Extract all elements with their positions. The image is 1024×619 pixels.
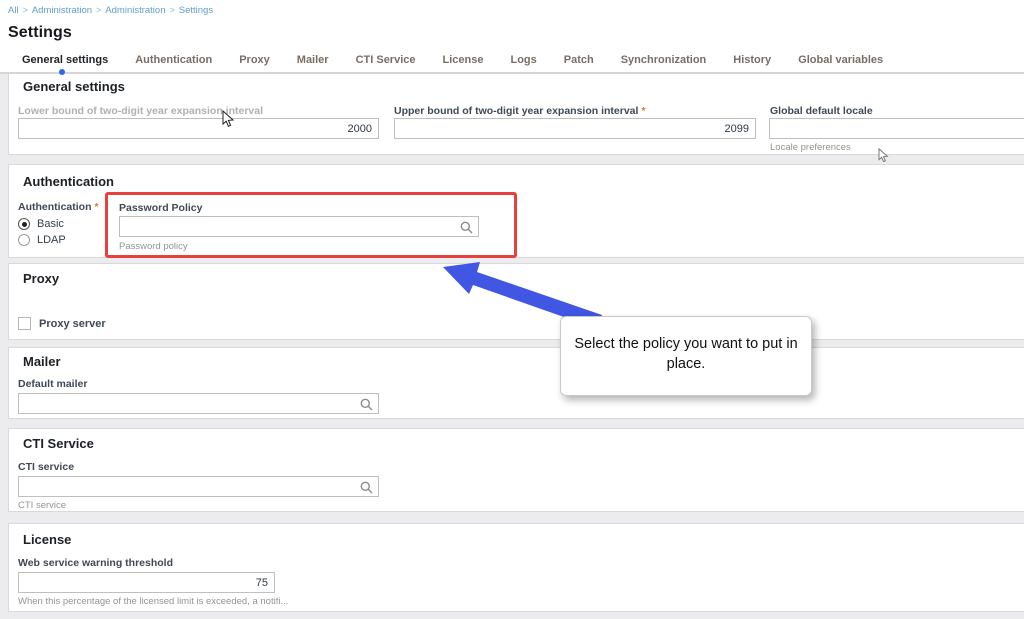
callout-tooltip-text: Select the policy you want to put in pla… [571, 334, 801, 375]
cti-service-helper-text: CTI service [18, 500, 66, 511]
breadcrumb: All > Administration > Administration > Settin… [8, 5, 217, 16]
cti-service-field [18, 476, 379, 497]
proxy-server-label[interactable]: Proxy server [39, 318, 106, 330]
upper-bound-input[interactable] [394, 118, 756, 139]
active-tab-indicator-dot [59, 69, 65, 75]
radio-basic-label: Basic [37, 218, 64, 230]
radio-ldap-label: LDAP [37, 234, 66, 246]
upper-bound-label: Upper bound of two-digit year expansion … [394, 105, 646, 117]
radio-ldap[interactable]: LDAP [18, 234, 66, 246]
breadcrumb-item-settings[interactable]: Settings [179, 5, 213, 16]
locale-helper-text: Locale preferences [770, 142, 851, 153]
tab-authentication[interactable]: Authentication [135, 54, 212, 66]
tab-license[interactable]: License [443, 54, 484, 66]
search-icon[interactable] [460, 221, 473, 234]
breadcrumb-item-all[interactable]: All [8, 5, 19, 16]
settings-page: All > Administration > Administration > Settin… [0, 0, 1024, 619]
section-authentication: Authentication Authentication* Basic LDA… [8, 164, 1024, 258]
cti-service-heading: CTI Service [23, 436, 94, 451]
tab-mailer[interactable]: Mailer [297, 54, 329, 66]
search-icon[interactable] [360, 398, 373, 411]
radio-basic-control[interactable] [18, 218, 30, 230]
tab-synchronization[interactable]: Synchronization [621, 54, 707, 66]
callout-tooltip: Select the policy you want to put in pla… [560, 316, 812, 396]
breadcrumb-separator-icon: > [23, 5, 28, 15]
license-helper-text: When this percentage of the licensed lim… [18, 596, 288, 607]
password-policy-input[interactable] [120, 217, 478, 236]
authentication-label: Authentication* [18, 201, 99, 213]
lower-bound-label: Lower bound of two-digit year expansion … [18, 105, 263, 117]
breadcrumb-separator-icon: > [96, 5, 101, 15]
web-service-warning-threshold-label: Web service warning threshold [18, 557, 173, 569]
tab-cti-service[interactable]: CTI Service [356, 54, 416, 66]
license-heading: License [23, 532, 71, 547]
default-mailer-input[interactable] [19, 394, 378, 413]
page-title: Settings [8, 24, 72, 42]
breadcrumb-item-administration-1[interactable]: Administration [32, 5, 92, 16]
mailer-heading: Mailer [23, 354, 61, 369]
tab-patch[interactable]: Patch [564, 54, 594, 66]
default-mailer-label: Default mailer [18, 378, 87, 390]
password-policy-field [119, 216, 479, 237]
password-policy-label: Password Policy [119, 202, 202, 214]
required-asterisk: * [641, 105, 645, 117]
section-license: License Web service warning threshold Wh… [8, 523, 1024, 612]
web-service-warning-threshold-input[interactable] [18, 572, 275, 593]
section-proxy: Proxy Proxy server [8, 263, 1024, 340]
general-settings-heading: General settings [23, 79, 125, 94]
radio-basic[interactable]: Basic [18, 218, 64, 230]
tab-global-variables[interactable]: Global variables [798, 54, 883, 66]
tab-general-settings[interactable]: General settings [22, 54, 108, 66]
section-cti-service: CTI Service CTI service CTI service [8, 428, 1024, 512]
password-policy-helper-text: Password policy [119, 241, 188, 252]
cti-service-input[interactable] [19, 477, 378, 496]
proxy-heading: Proxy [23, 271, 59, 286]
settings-tabbar: General settings Authentication Proxy Ma… [0, 52, 1024, 74]
required-asterisk: * [95, 201, 99, 213]
global-default-locale-label: Global default locale [770, 105, 873, 117]
tab-proxy[interactable]: Proxy [239, 54, 270, 66]
lower-bound-input[interactable] [18, 118, 379, 139]
default-mailer-field [18, 393, 379, 414]
section-mailer: Mailer Default mailer [8, 347, 1024, 419]
breadcrumb-separator-icon: > [170, 5, 175, 15]
breadcrumb-item-administration-2[interactable]: Administration [105, 5, 165, 16]
tab-logs[interactable]: Logs [510, 54, 536, 66]
tab-history[interactable]: History [733, 54, 771, 66]
section-general-settings: General settings Lower bound of two-digi… [8, 74, 1024, 155]
cti-service-label: CTI service [18, 461, 74, 473]
authentication-heading: Authentication [23, 174, 114, 189]
search-icon[interactable] [360, 481, 373, 494]
global-default-locale-input[interactable] [769, 118, 1024, 139]
proxy-server-checkbox[interactable] [18, 317, 31, 330]
radio-ldap-control[interactable] [18, 234, 30, 246]
